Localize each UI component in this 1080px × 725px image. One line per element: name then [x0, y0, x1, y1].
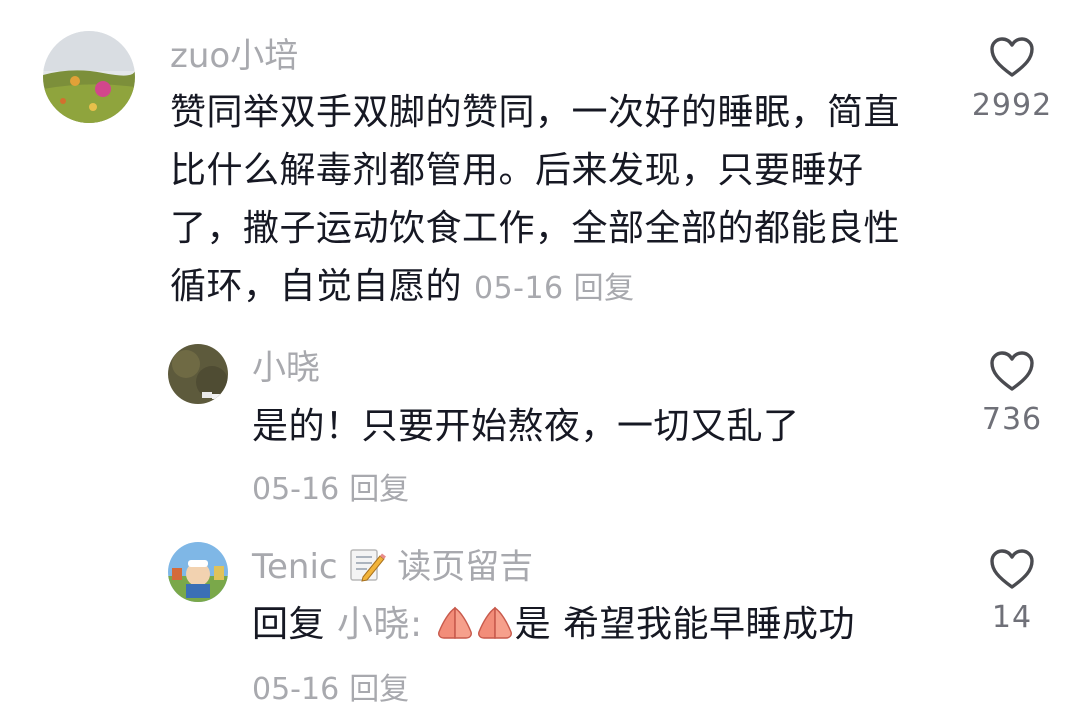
reply-item: Tenic 读页留吉 回复 小晓: 是 希望我能早睡成功 05-16 回复 14	[0, 530, 1080, 720]
heart-outline-icon	[990, 351, 1034, 391]
like-button[interactable]: 14	[957, 548, 1067, 635]
reply-date: 05-16	[252, 672, 340, 707]
avatar[interactable]	[168, 542, 228, 602]
comment-meta: 05-16 回复	[474, 271, 635, 306]
comment-date: 05-16	[473, 271, 564, 306]
reply-content: 是 希望我能早睡成功	[514, 604, 856, 645]
reply-meta: 05-16 回复	[252, 664, 409, 708]
like-count: 2992	[971, 88, 1053, 123]
like-count: 14	[991, 600, 1033, 635]
reply-username-suffix: 读页留吉	[397, 547, 534, 587]
reply-username[interactable]: Tenic 读页留吉	[252, 546, 533, 587]
folded-hands-icon	[437, 606, 472, 639]
reply-date: 05-16	[252, 472, 340, 507]
memo-pencil-icon	[350, 549, 387, 582]
avatar-image	[168, 542, 228, 602]
reply-button[interactable]: 回复	[349, 672, 409, 707]
like-button[interactable]: 736	[957, 350, 1067, 437]
reply-text: 回复 小晓: 是 希望我能早睡成功	[252, 596, 932, 654]
comment-username[interactable]: zuo小培	[170, 36, 298, 76]
avatar[interactable]	[43, 31, 135, 123]
comment-item: zuo小培 赞同举双手双脚的赞同，一次好的睡眠，简直比什么解毒剂都管用。后来发现…	[0, 0, 1080, 320]
mention-link[interactable]: 小晓:	[337, 604, 423, 645]
reply-item: 小晓 是的！只要开始熬夜，一切又乱了 05-16 回复 736	[0, 330, 1080, 520]
avatar-image	[168, 344, 228, 404]
reply-button[interactable]: 回复	[574, 271, 635, 306]
folded-hands-icon	[477, 606, 512, 639]
avatar[interactable]	[168, 344, 228, 404]
avatar-image	[43, 31, 135, 123]
reply-username-text: Tenic	[252, 547, 338, 587]
reply-button[interactable]: 回复	[349, 472, 409, 507]
heart-outline-icon	[990, 37, 1034, 77]
reply-prefix: 回复	[252, 604, 326, 645]
reply-meta: 05-16 回复	[252, 464, 409, 508]
reply-text: 是的！只要开始熬夜，一切又乱了	[252, 406, 800, 447]
like-button[interactable]: 2992	[957, 36, 1067, 123]
comment-text: 赞同举双手双脚的赞同，一次好的睡眠，简直比什么解毒剂都管用。后来发现，只要睡好了…	[170, 84, 920, 318]
like-count: 736	[981, 402, 1043, 437]
reply-username[interactable]: 小晓	[252, 348, 320, 388]
heart-outline-icon	[990, 549, 1034, 589]
